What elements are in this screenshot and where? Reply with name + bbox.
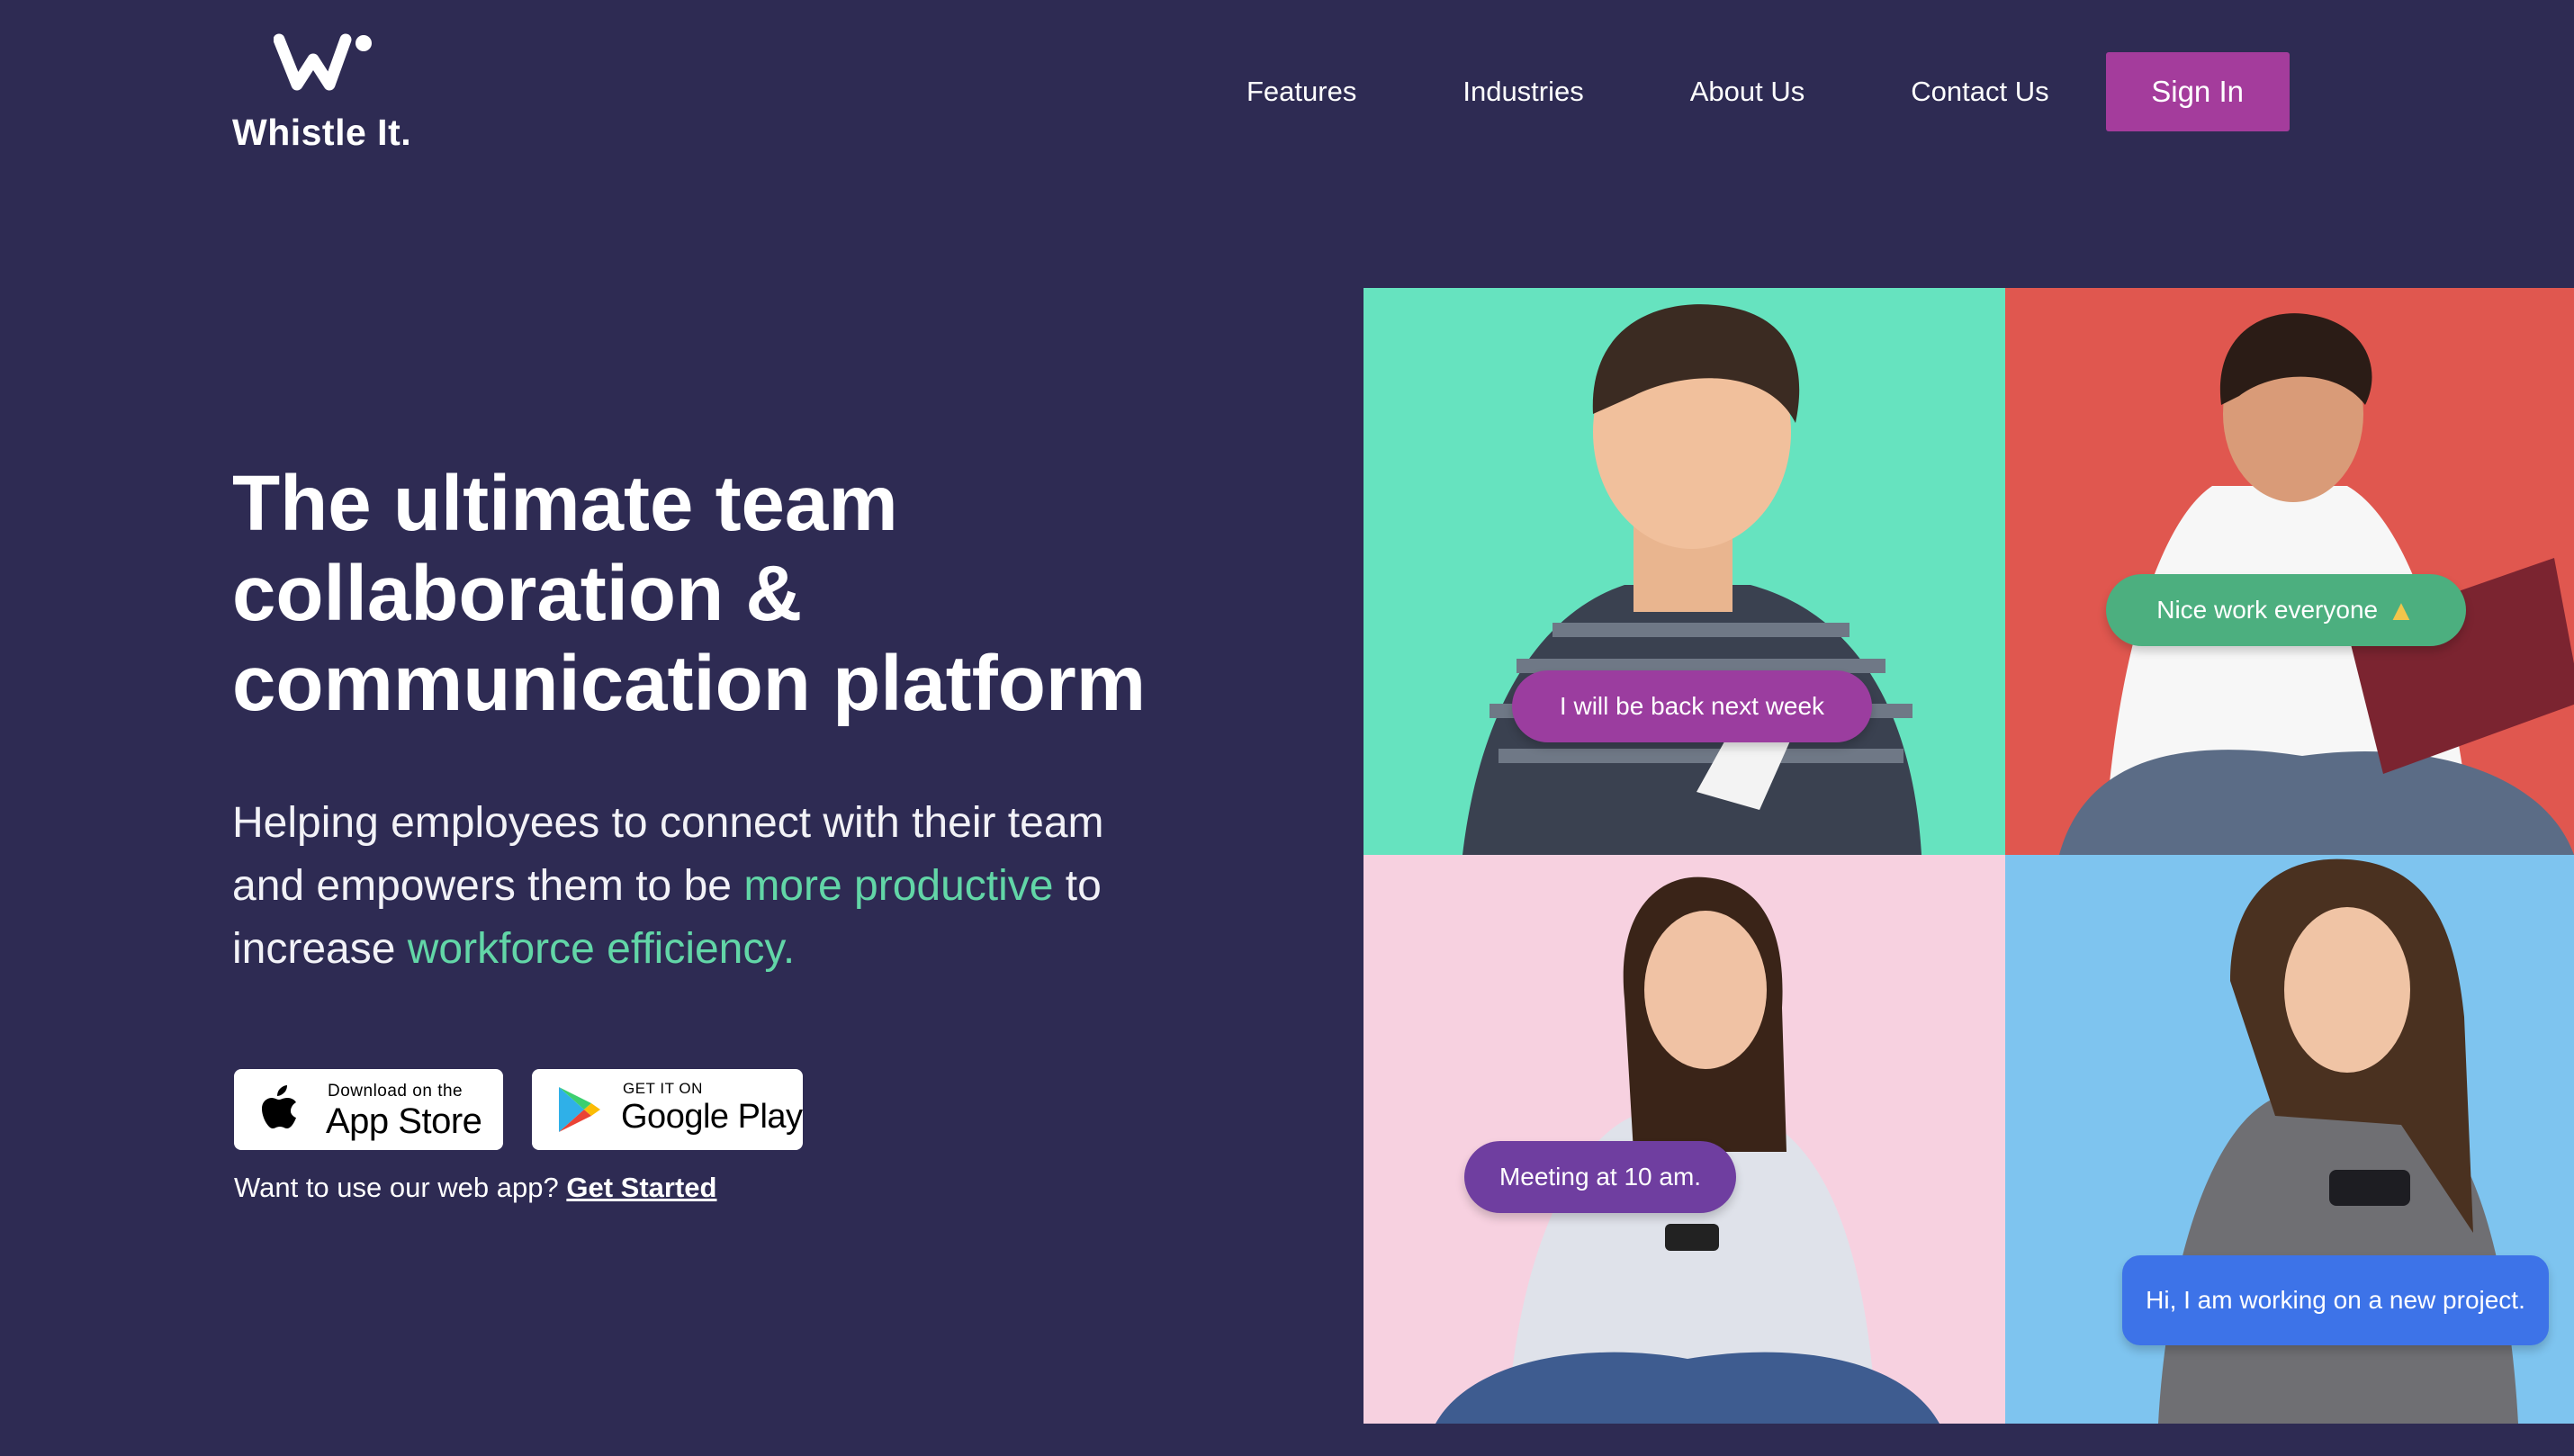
person-illustration — [1462, 304, 1922, 855]
chat-bubble: Nice work everyone ▲ — [2106, 574, 2466, 646]
chat-bubble: Hi, I am working on a new project. — [2122, 1255, 2549, 1345]
whistle-logo-icon — [274, 33, 372, 91]
subtitle-accent-productive: more productive — [743, 862, 1054, 910]
thumbs-up-icon: ▲ — [2387, 593, 2416, 626]
chat-bubble-text: Meeting at 10 am. — [1498, 1163, 1702, 1191]
app-store-big-text: App Store — [326, 1101, 482, 1141]
chat-bubble-text: Nice work everyone — [2156, 596, 2379, 624]
nav-about-us[interactable]: About Us — [1690, 76, 1805, 108]
photo-man-phone — [1364, 288, 2005, 855]
chat-bubble: Meeting at 10 am. — [1464, 1141, 1736, 1213]
subtitle-accent-efficiency: workforce efficiency. — [407, 925, 796, 973]
google-play-icon — [559, 1087, 600, 1132]
sign-in-button[interactable]: Sign In — [2105, 52, 2290, 131]
web-app-prompt: Want to use our web app? Get Started — [234, 1172, 716, 1204]
brand-logo[interactable]: Whistle It. — [232, 32, 421, 158]
photo-man-laptop — [2005, 288, 2574, 855]
hero-title: The ultimate team collaboration & commun… — [232, 460, 1147, 727]
nav-features[interactable]: Features — [1246, 76, 1356, 108]
apple-icon — [262, 1085, 296, 1128]
google-play-badge[interactable]: GET IT ON Google Play — [532, 1069, 803, 1150]
main-nav: Features Industries About Us Contact Us … — [1246, 52, 2290, 131]
photo-woman-phone — [1364, 855, 2005, 1424]
chat-bubble-text: I will be back next week — [1559, 692, 1825, 720]
app-store-badge[interactable]: Download on the App Store — [234, 1069, 503, 1150]
hero-subtitle: Helping employees to connect with their … — [232, 792, 1168, 981]
app-store-small-text: Download on the — [328, 1082, 464, 1101]
brand-name: Whistle It. — [232, 112, 412, 153]
nav-contact-us[interactable]: Contact Us — [1911, 76, 2048, 108]
chat-bubble: I will be back next week — [1512, 670, 1872, 742]
google-play-small-text: GET IT ON — [623, 1080, 703, 1097]
photo-grid: I will be back next week Nice work every… — [1364, 288, 2574, 1424]
person-illustration — [1436, 876, 1940, 1424]
nav-industries[interactable]: Industries — [1462, 76, 1583, 108]
google-play-big-text: Google Play — [621, 1098, 803, 1136]
web-app-prompt-text: Want to use our web app? — [234, 1172, 559, 1203]
chat-bubble-text: Hi, I am working on a new project. — [2146, 1286, 2525, 1314]
get-started-link[interactable]: Get Started — [566, 1172, 716, 1203]
person-illustration — [2059, 313, 2574, 855]
